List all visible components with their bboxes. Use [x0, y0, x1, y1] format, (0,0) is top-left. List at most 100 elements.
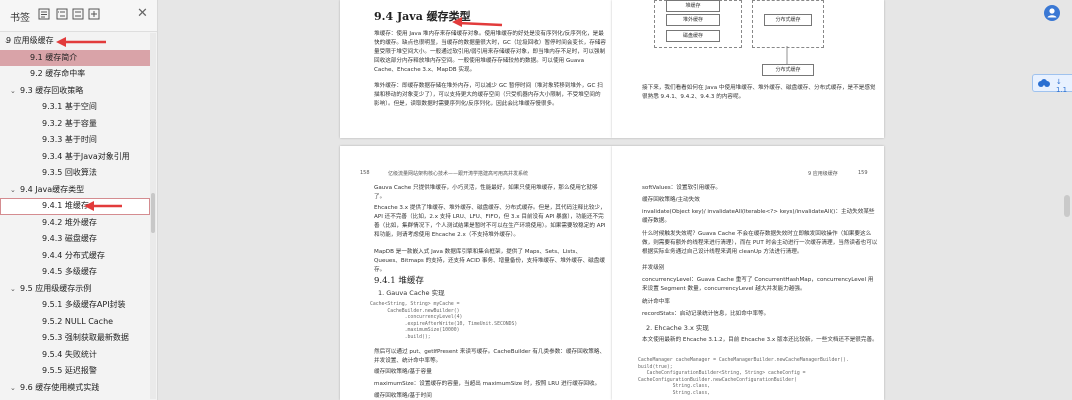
- annotation-arrow: [56, 37, 106, 47]
- bookmark-label: 9.3.3 基于时间: [42, 135, 97, 144]
- bookmark-item[interactable]: 9.5.5 延迟报警: [0, 363, 150, 380]
- running-header: 亿级流量网站架构核心技术——跟开涛学搭建高可用高并发系统: [388, 171, 529, 177]
- bookmark-label: 9.4.1 堆缓存: [42, 201, 89, 210]
- bookmark-item[interactable]: ⌄ 9.3 缓存回收策略: [0, 83, 150, 100]
- user-avatar-button[interactable]: [1044, 5, 1060, 21]
- paragraph: softValues：设置软引用缓存。: [642, 185, 722, 191]
- bookmark-item[interactable]: 9.2 缓存命中率: [0, 66, 150, 83]
- bookmark-item[interactable]: 9.1 缓存简介: [0, 49, 150, 66]
- bookmark-item[interactable]: 9.5.1 多级缓存API封装: [0, 297, 150, 314]
- paragraph: 缓存回收策略/基于时间: [374, 393, 432, 399]
- sidebar-header: 书签 ✕: [0, 0, 157, 32]
- page-number: 158: [360, 170, 370, 176]
- cloud-icon: [1038, 79, 1050, 87]
- sidebar-scrollbar[interactable]: [150, 33, 156, 399]
- expand-all-icon[interactable]: [56, 8, 68, 20]
- annotation-arrow: [452, 17, 503, 27]
- user-icon: [1047, 8, 1057, 18]
- bookmark-item[interactable]: ⌄ 9.5 应用级缓存示例: [0, 281, 150, 298]
- bookmark-label: 9.3.4 基于Java对象引用: [42, 151, 130, 161]
- bookmark-label: 9.1 缓存简介: [30, 52, 78, 62]
- bookmark-item[interactable]: 9.4.1 堆缓存: [0, 198, 150, 215]
- bookmark-sidebar: 书签 ✕ ⌄ 9 应用级缓存 9.1 缓存简介 9.2 缓存命中率 ⌄ 9.3 缓存回收策…: [0, 0, 158, 400]
- code-block: CacheManager cacheManager = CacheManager…: [638, 358, 849, 396]
- viewer-scroll-thumb[interactable]: [1064, 195, 1070, 217]
- bookmark-item[interactable]: 9.3.2 基于容量: [0, 116, 150, 133]
- diagram-box: 分布式缓存: [762, 64, 814, 76]
- bookmark-list-icon[interactable]: [38, 8, 50, 20]
- bookmark-label: 9.3.2 基于容量: [42, 118, 97, 128]
- close-icon[interactable]: ✕: [137, 6, 148, 21]
- bookmark-label: 9.4.5 多级缓存: [42, 267, 97, 276]
- chevron-down-icon[interactable]: ⌄: [10, 83, 16, 100]
- bookmark-label: 9 应用级缓存: [6, 36, 54, 45]
- bookmark-item[interactable]: 9.3.1 基于空间: [0, 99, 150, 116]
- bookmark-item[interactable]: 9.5.4 失败统计: [0, 347, 150, 364]
- badge-label: ↓ 1.1: [1056, 78, 1068, 94]
- bookmark-label: 9.6 缓存使用模式实践: [20, 382, 100, 392]
- pdf-page: 堆缓存 堆外缓存 磁盘缓存 分布式缓存 分布式缓存 接下来，我们看看如何在 Ja…: [612, 0, 884, 138]
- bookmark-label: 9.4.2 堆外缓存: [42, 217, 97, 227]
- diagram-box: 堆缓存: [666, 0, 720, 12]
- bookmark-item[interactable]: 9.4.5 多级缓存: [0, 264, 150, 281]
- diagram-connector: [786, 46, 788, 64]
- bookmark-tree: ⌄ 9 应用级缓存 9.1 缓存简介 9.2 缓存命中率 ⌄ 9.3 缓存回收策略 9.3.…: [0, 33, 150, 396]
- bookmark-label: 9.2 缓存命中率: [30, 69, 86, 78]
- bookmark-label: 9.3.1 基于空间: [42, 102, 97, 111]
- pdf-page: 158 亿级流量网站架构核心技术——跟开涛学搭建高可用高并发系统 Gauva C…: [340, 146, 612, 400]
- paragraph: 缓存回收策略/主动失效: [642, 197, 700, 203]
- bookmark-item[interactable]: ⌄ 9.6 缓存使用模式实践: [0, 380, 150, 397]
- bookmark-label: 9.5.2 NULL Cache: [42, 316, 114, 326]
- paragraph: Ehcache 3.x 提供了堆缓存、堆外缓存、磁盘缓存、分布式缓存。但是，其代…: [374, 205, 606, 238]
- chevron-down-icon[interactable]: ⌄: [10, 281, 16, 298]
- bookmark-item[interactable]: 9.5.3 强制获取最新数据: [0, 330, 150, 347]
- subsection-heading: 9.4.1 堆缓存: [374, 276, 424, 286]
- bookmark-label: 9.4.3 磁盘缓存: [42, 234, 97, 243]
- bookmark-label: 9.4.4 分布式缓存: [42, 250, 105, 260]
- bookmark-item[interactable]: 9.4.3 磁盘缓存: [0, 231, 150, 248]
- bookmark-label: 9.5.3 强制获取最新数据: [42, 333, 129, 342]
- paragraph: 什么时候触发失效呢？Guava Cache 不会在缓存数据失效时立即触发回收操作…: [642, 231, 878, 255]
- paragraph: 堆外缓存：即缓存数据存储在堆外内存，可以减少 GC 暂停时间（堆对象转移到堆外，…: [374, 83, 603, 107]
- paragraph: invalidate(Object key)/ invalidateAll(It…: [642, 209, 875, 224]
- running-header: 9 应用级缓存: [808, 171, 838, 177]
- paragraph: 并发级别: [642, 265, 665, 271]
- subsubsection-heading: 2. Ehcache 3.x 实现: [646, 324, 709, 332]
- sidebar-title: 书签: [10, 13, 30, 24]
- bookmark-label: 9.5.1 多级缓存API封装: [42, 300, 126, 309]
- bookmark-item[interactable]: 9.3.5 回收算法: [0, 165, 150, 182]
- code-block: Cache<String, String> myCache = CacheBui…: [370, 302, 518, 340]
- bookmark-label: 9.5 应用级缓存示例: [20, 283, 92, 293]
- floating-tool-button[interactable]: ↓ 1.1: [1032, 74, 1072, 94]
- chevron-down-icon[interactable]: ⌄: [10, 182, 16, 199]
- paragraph: 本文使用最新的 Ehcache 3.1.2，目前 Ehcache 3.x 版本还…: [642, 337, 878, 343]
- collapse-all-icon[interactable]: [72, 8, 84, 20]
- sidebar-scroll-thumb[interactable]: [151, 193, 155, 233]
- bookmark-item[interactable]: 9.3.3 基于时间: [0, 132, 150, 149]
- paragraph: Gauva Cache 只提供堆缓存，小巧灵活，性能最好，如果只使用堆缓存，那么…: [374, 185, 598, 200]
- paragraph: recordStats：启动记录统计信息，比如命中率等。: [642, 311, 770, 317]
- bookmark-item[interactable]: 9.4.4 分布式缓存: [0, 248, 150, 265]
- paragraph: concurrencyLevel：Guava Cache 重写了 Concurr…: [642, 277, 874, 292]
- bookmark-label: 9.5.5 延迟报警: [42, 366, 97, 375]
- bookmark-item[interactable]: 9.5.2 NULL Cache: [0, 314, 150, 331]
- paragraph: 统计命中率: [642, 299, 670, 305]
- bookmark-item[interactable]: ⌄ 9.4 Java缓存类型: [0, 182, 150, 199]
- add-bookmark-icon[interactable]: [88, 8, 100, 20]
- paragraph: 堆缓存：使用 Java 堆内存来存储缓存对象。使用堆缓存的好处是没有序列化/反序…: [374, 31, 606, 73]
- paragraph: 接下来，我们看看如何在 Java 中使用堆缓存、堆外缓存、磁盘缓存、分布式缓存，…: [642, 85, 876, 100]
- paragraph: 缓存回收策略/基于容量: [374, 369, 432, 375]
- annotation-arrow: [84, 201, 122, 211]
- paragraph: maximumSize：设置缓存的容量，当超出 maximumSize 时，按照…: [374, 381, 601, 387]
- paragraph: MapDB 是一款嵌入式 Java 数据库引擎和集合框架，提供了 Maps、Se…: [374, 249, 605, 273]
- pdf-page: 9.4 Java 缓存类型 堆缓存：使用 Java 堆内存来存储缓存对象。使用堆…: [340, 0, 612, 138]
- pdf-page: 9 应用级缓存 159 softValues：设置软引用缓存。 缓存回收策略/主…: [612, 146, 884, 400]
- document-viewer: 9.4 Java 缓存类型 堆缓存：使用 Java 堆内存来存储缓存对象。使用堆…: [158, 0, 1072, 400]
- page-number: 159: [858, 170, 868, 176]
- bookmark-label: 9.4 Java缓存类型: [20, 184, 85, 194]
- bookmark-item[interactable]: 9.4.2 堆外缓存: [0, 215, 150, 232]
- bookmark-item[interactable]: 9.3.4 基于Java对象引用: [0, 149, 150, 166]
- bookmark-label: 9.5.4 失败统计: [42, 349, 97, 359]
- diagram-box: 分布式缓存: [764, 14, 812, 26]
- chevron-down-icon[interactable]: ⌄: [10, 380, 16, 397]
